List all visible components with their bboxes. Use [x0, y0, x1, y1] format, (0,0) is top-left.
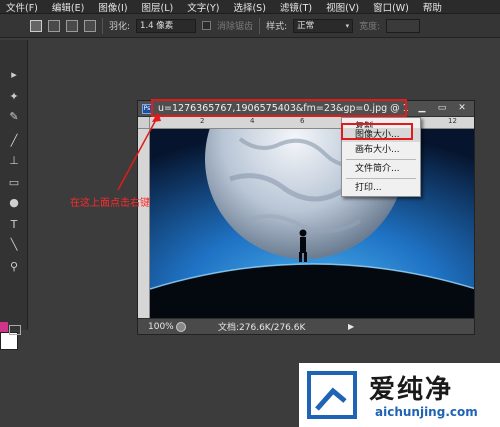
menu-help[interactable]: 帮助: [423, 0, 442, 14]
width-label: 宽度:: [359, 22, 381, 32]
options-bar: 羽化: 1.4 像素 消除锯齿 样式: 正常 ▾ 宽度:: [0, 14, 500, 38]
earth-astronaut-image: [150, 129, 474, 318]
title-highlight-box: [151, 99, 407, 117]
tools-panel: ▸ ✦ ✎ ╱ ⊥ ▭ ● T ╲ ⚲: [0, 40, 28, 350]
type-tool-icon[interactable]: T: [7, 218, 21, 232]
menu-bar: 文件(F) 编辑(E) 图像(I) 图层(L) 文字(Y) 选择(S) 滤镜(T…: [0, 0, 500, 14]
menu-separator: [346, 159, 416, 160]
menu-view[interactable]: 视图(V): [326, 0, 359, 14]
brand-logo-icon: [307, 371, 357, 419]
width-input[interactable]: [386, 18, 421, 33]
zoom-level[interactable]: 100%: [148, 322, 176, 332]
ctx-item-canvas-size[interactable]: 画布大小...: [342, 143, 420, 157]
magic-wand-tool-icon[interactable]: ✦: [7, 90, 21, 104]
subtract-selection-mode-button[interactable]: [66, 19, 78, 32]
menu-type[interactable]: 文字(Y): [187, 0, 219, 14]
minimize-icon[interactable]: ▁: [414, 103, 430, 114]
path-selection-tool-icon[interactable]: ╲: [7, 238, 21, 252]
new-selection-mode-button[interactable]: [30, 19, 42, 32]
document-window: Ps u=1276365767,1906575403&fm=23&gp=0.jp…: [137, 100, 475, 335]
menu-image[interactable]: 图像(I): [98, 0, 127, 14]
brand-name: 爱纯净: [369, 375, 454, 405]
menu-file[interactable]: 文件(F): [6, 0, 38, 14]
eyedropper-tool-icon[interactable]: ✎: [7, 110, 21, 124]
style-label: 样式:: [266, 22, 288, 32]
chevron-down-icon: ▾: [345, 21, 350, 30]
image-canvas[interactable]: [150, 129, 474, 318]
menu-window[interactable]: 窗口(W): [373, 0, 409, 14]
separator: [102, 17, 103, 34]
separator: [259, 17, 261, 34]
annotation-text: 在这上面点击右键: [70, 198, 150, 209]
menu-highlight-box: [341, 123, 413, 140]
brush-tool-icon[interactable]: ╱: [7, 134, 21, 148]
watermark: 爱纯净 aichunjing.com: [299, 363, 500, 427]
quick-mask-icon[interactable]: [9, 325, 21, 335]
ruler-tick: 12: [448, 117, 457, 125]
zoom-tool-icon[interactable]: ⚲: [7, 260, 21, 274]
style-select[interactable]: 正常 ▾: [293, 18, 354, 33]
antialias-label: 消除锯齿: [217, 22, 254, 32]
document-info: 文档:276.6K/276.6K: [218, 323, 306, 333]
document-status-bar: 100% 文档:276.6K/276.6K ▶: [138, 318, 474, 334]
ruler-tick: 4: [250, 117, 255, 125]
feather-input[interactable]: 1.4 像素: [136, 18, 197, 33]
vertical-ruler[interactable]: [138, 129, 150, 318]
stamp-tool-icon[interactable]: ⊥: [7, 154, 21, 168]
style-select-value: 正常: [297, 20, 315, 31]
ruler-tick: 2: [200, 117, 205, 125]
brand-url: aichunjing.com: [375, 405, 478, 419]
feather-label: 羽化:: [109, 22, 131, 32]
menu-separator: [346, 178, 416, 179]
menu-layer[interactable]: 图层(L): [142, 0, 174, 14]
close-icon[interactable]: ✕: [454, 103, 470, 114]
menu-edit[interactable]: 编辑(E): [52, 0, 84, 14]
maximize-icon[interactable]: ▭: [434, 103, 450, 114]
ruler-tick: 6: [300, 117, 305, 125]
play-arrow-icon[interactable]: ▶: [348, 322, 354, 331]
blur-tool-icon[interactable]: ●: [7, 196, 21, 210]
ctx-item-print[interactable]: 打印...: [342, 181, 420, 195]
horizontal-ruler[interactable]: 2 4 6 8 10 12: [150, 117, 474, 129]
add-selection-mode-button[interactable]: [48, 19, 60, 32]
antialias-checkbox[interactable]: [202, 21, 212, 30]
menu-select[interactable]: 选择(S): [233, 0, 265, 14]
eraser-tool-icon[interactable]: ▭: [7, 176, 21, 190]
menu-filter[interactable]: 滤镜(T): [280, 0, 312, 14]
ruler-corner: [138, 117, 150, 129]
status-settings-icon[interactable]: [176, 321, 186, 332]
ctx-item-file-info[interactable]: 文件简介...: [342, 162, 420, 176]
move-tool-icon[interactable]: ▸: [7, 68, 21, 82]
intersect-selection-mode-button[interactable]: [84, 19, 96, 32]
